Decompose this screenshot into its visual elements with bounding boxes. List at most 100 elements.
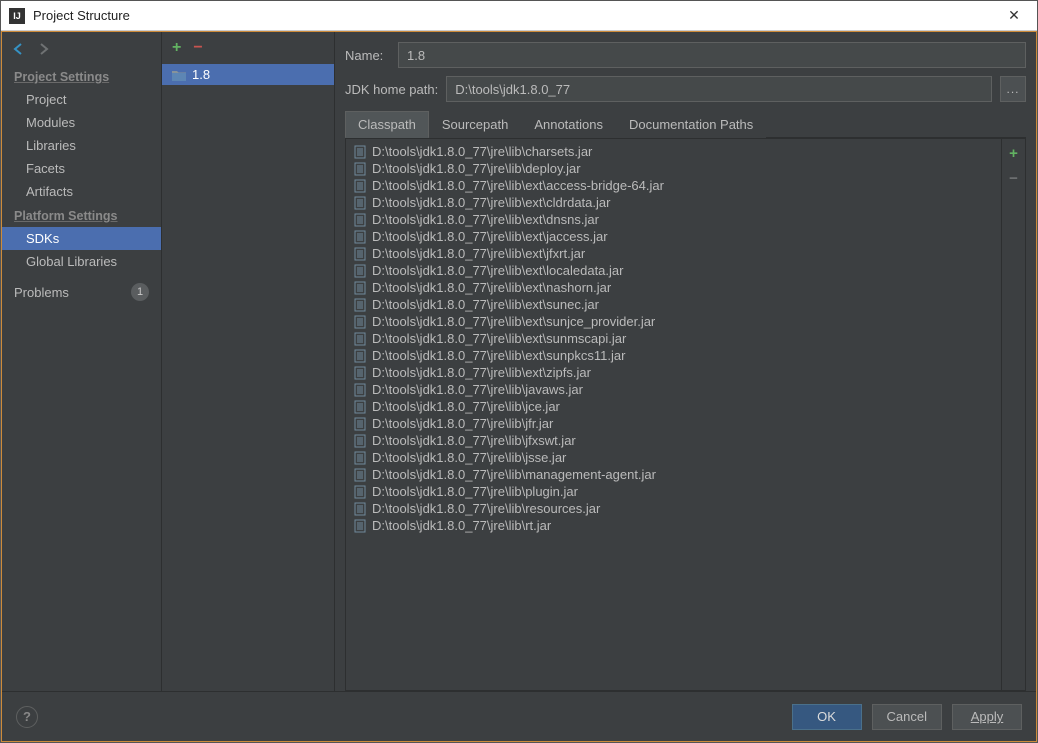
classpath-entry[interactable]: D:\tools\jdk1.8.0_77\jre\lib\ext\localed…: [346, 262, 1001, 279]
classpath-toolbar: + −: [1001, 139, 1025, 690]
browse-button[interactable]: ...: [1000, 76, 1026, 102]
classpath-path: D:\tools\jdk1.8.0_77\jre\lib\jsse.jar: [372, 450, 566, 465]
classpath-path: D:\tools\jdk1.8.0_77\jre\lib\ext\localed…: [372, 263, 623, 278]
classpath-path: D:\tools\jdk1.8.0_77\jre\lib\ext\sunjce_…: [372, 314, 655, 329]
tab-sourcepath[interactable]: Sourcepath: [429, 111, 522, 138]
name-input[interactable]: [398, 42, 1026, 68]
classpath-path: D:\tools\jdk1.8.0_77\jre\lib\ext\jaccess…: [372, 229, 608, 244]
tab-annotations[interactable]: Annotations: [521, 111, 616, 138]
path-label: JDK home path:: [345, 82, 438, 97]
jar-icon: [354, 213, 366, 227]
close-icon[interactable]: ✕: [999, 6, 1029, 26]
classpath-entry[interactable]: D:\tools\jdk1.8.0_77\jre\lib\plugin.jar: [346, 483, 1001, 500]
window-title: Project Structure: [33, 8, 999, 23]
jar-icon: [354, 196, 366, 210]
back-icon[interactable]: [12, 42, 26, 56]
classpath-path: D:\tools\jdk1.8.0_77\jre\lib\resources.j…: [372, 501, 600, 516]
add-sdk-icon[interactable]: +: [172, 40, 181, 56]
classpath-path: D:\tools\jdk1.8.0_77\jre\lib\jce.jar: [372, 399, 560, 414]
content-area: Project SettingsProjectModulesLibrariesF…: [1, 31, 1037, 742]
nav-toolbar: [2, 38, 161, 64]
classpath-path: D:\tools\jdk1.8.0_77\jre\lib\javaws.jar: [372, 382, 583, 397]
classpath-path: D:\tools\jdk1.8.0_77\jre\lib\ext\cldrdat…: [372, 195, 610, 210]
footer: ? OK Cancel Apply: [2, 691, 1036, 741]
classpath-path: D:\tools\jdk1.8.0_77\jre\lib\charsets.ja…: [372, 144, 592, 159]
jar-icon: [354, 332, 366, 346]
remove-classpath-icon[interactable]: −: [1009, 170, 1018, 187]
jar-icon: [354, 230, 366, 244]
jar-icon: [354, 366, 366, 380]
classpath-path: D:\tools\jdk1.8.0_77\jre\lib\rt.jar: [372, 518, 551, 533]
remove-sdk-icon[interactable]: −: [193, 40, 202, 56]
classpath-entry[interactable]: D:\tools\jdk1.8.0_77\jre\lib\ext\sunmsca…: [346, 330, 1001, 347]
sidebar-section-header: Platform Settings: [2, 203, 161, 227]
apply-button[interactable]: Apply: [952, 704, 1022, 730]
classpath-entry[interactable]: D:\tools\jdk1.8.0_77\jre\lib\ext\zipfs.j…: [346, 364, 1001, 381]
sidebar-item-facets[interactable]: Facets: [2, 157, 161, 180]
sdk-item[interactable]: 1.8: [162, 64, 334, 85]
jar-icon: [354, 162, 366, 176]
tab-documentation-paths[interactable]: Documentation Paths: [616, 111, 766, 138]
classpath-entry[interactable]: D:\tools\jdk1.8.0_77\jre\lib\ext\jfxrt.j…: [346, 245, 1001, 262]
classpath-entry[interactable]: D:\tools\jdk1.8.0_77\jre\lib\jce.jar: [346, 398, 1001, 415]
jar-icon: [354, 434, 366, 448]
name-row: Name:: [345, 42, 1026, 68]
jar-icon: [354, 417, 366, 431]
classpath-entry[interactable]: D:\tools\jdk1.8.0_77\jre\lib\rt.jar: [346, 517, 1001, 534]
help-button[interactable]: ?: [16, 706, 38, 728]
tabs: ClasspathSourcepathAnnotationsDocumentat…: [345, 110, 1026, 138]
folder-icon: [172, 69, 186, 80]
classpath-entry[interactable]: D:\tools\jdk1.8.0_77\jre\lib\javaws.jar: [346, 381, 1001, 398]
jar-icon: [354, 247, 366, 261]
cancel-button[interactable]: Cancel: [872, 704, 942, 730]
classpath-entry[interactable]: D:\tools\jdk1.8.0_77\jre\lib\ext\sunpkcs…: [346, 347, 1001, 364]
jar-icon: [354, 502, 366, 516]
ok-button[interactable]: OK: [792, 704, 862, 730]
jar-icon: [354, 485, 366, 499]
titlebar: IJ Project Structure ✕: [1, 1, 1037, 31]
classpath-entry[interactable]: D:\tools\jdk1.8.0_77\jre\lib\jfr.jar: [346, 415, 1001, 432]
classpath-entry[interactable]: D:\tools\jdk1.8.0_77\jre\lib\ext\dnsns.j…: [346, 211, 1001, 228]
jar-icon: [354, 281, 366, 295]
jar-icon: [354, 519, 366, 533]
jar-icon: [354, 400, 366, 414]
classpath-list-wrap: D:\tools\jdk1.8.0_77\jre\lib\charsets.ja…: [345, 138, 1026, 691]
classpath-path: D:\tools\jdk1.8.0_77\jre\lib\ext\zipfs.j…: [372, 365, 591, 380]
sidebar-item-libraries[interactable]: Libraries: [2, 134, 161, 157]
classpath-path: D:\tools\jdk1.8.0_77\jre\lib\ext\jfxrt.j…: [372, 246, 585, 261]
classpath-entry[interactable]: D:\tools\jdk1.8.0_77\jre\lib\resources.j…: [346, 500, 1001, 517]
sidebar-item-modules[interactable]: Modules: [2, 111, 161, 134]
add-classpath-icon[interactable]: +: [1009, 145, 1018, 162]
jar-icon: [354, 468, 366, 482]
classpath-path: D:\tools\jdk1.8.0_77\jre\lib\jfxswt.jar: [372, 433, 576, 448]
forward-icon[interactable]: [36, 42, 50, 56]
classpath-list[interactable]: D:\tools\jdk1.8.0_77\jre\lib\charsets.ja…: [346, 139, 1001, 690]
app-icon: IJ: [9, 8, 25, 24]
sidebar-item-global-libraries[interactable]: Global Libraries: [2, 250, 161, 273]
classpath-entry[interactable]: D:\tools\jdk1.8.0_77\jre\lib\ext\cldrdat…: [346, 194, 1001, 211]
classpath-entry[interactable]: D:\tools\jdk1.8.0_77\jre\lib\ext\jaccess…: [346, 228, 1001, 245]
classpath-entry[interactable]: D:\tools\jdk1.8.0_77\jre\lib\ext\sunec.j…: [346, 296, 1001, 313]
classpath-entry[interactable]: D:\tools\jdk1.8.0_77\jre\lib\ext\access-…: [346, 177, 1001, 194]
sidebar-item-project[interactable]: Project: [2, 88, 161, 111]
jar-icon: [354, 298, 366, 312]
classpath-path: D:\tools\jdk1.8.0_77\jre\lib\ext\access-…: [372, 178, 664, 193]
classpath-path: D:\tools\jdk1.8.0_77\jre\lib\ext\sunmsca…: [372, 331, 626, 346]
jar-icon: [354, 451, 366, 465]
classpath-entry[interactable]: D:\tools\jdk1.8.0_77\jre\lib\charsets.ja…: [346, 143, 1001, 160]
sidebar-item-problems[interactable]: Problems 1: [2, 273, 161, 305]
classpath-entry[interactable]: D:\tools\jdk1.8.0_77\jre\lib\jsse.jar: [346, 449, 1001, 466]
classpath-entry[interactable]: D:\tools\jdk1.8.0_77\jre\lib\deploy.jar: [346, 160, 1001, 177]
sidebar-item-sdks[interactable]: SDKs: [2, 227, 161, 250]
path-input[interactable]: [446, 76, 992, 102]
sidebar-item-artifacts[interactable]: Artifacts: [2, 180, 161, 203]
classpath-entry[interactable]: D:\tools\jdk1.8.0_77\jre\lib\ext\nashorn…: [346, 279, 1001, 296]
name-label: Name:: [345, 48, 390, 63]
jar-icon: [354, 179, 366, 193]
classpath-entry[interactable]: D:\tools\jdk1.8.0_77\jre\lib\management-…: [346, 466, 1001, 483]
jar-icon: [354, 315, 366, 329]
classpath-entry[interactable]: D:\tools\jdk1.8.0_77\jre\lib\jfxswt.jar: [346, 432, 1001, 449]
classpath-entry[interactable]: D:\tools\jdk1.8.0_77\jre\lib\ext\sunjce_…: [346, 313, 1001, 330]
jar-icon: [354, 145, 366, 159]
tab-classpath[interactable]: Classpath: [345, 111, 429, 138]
